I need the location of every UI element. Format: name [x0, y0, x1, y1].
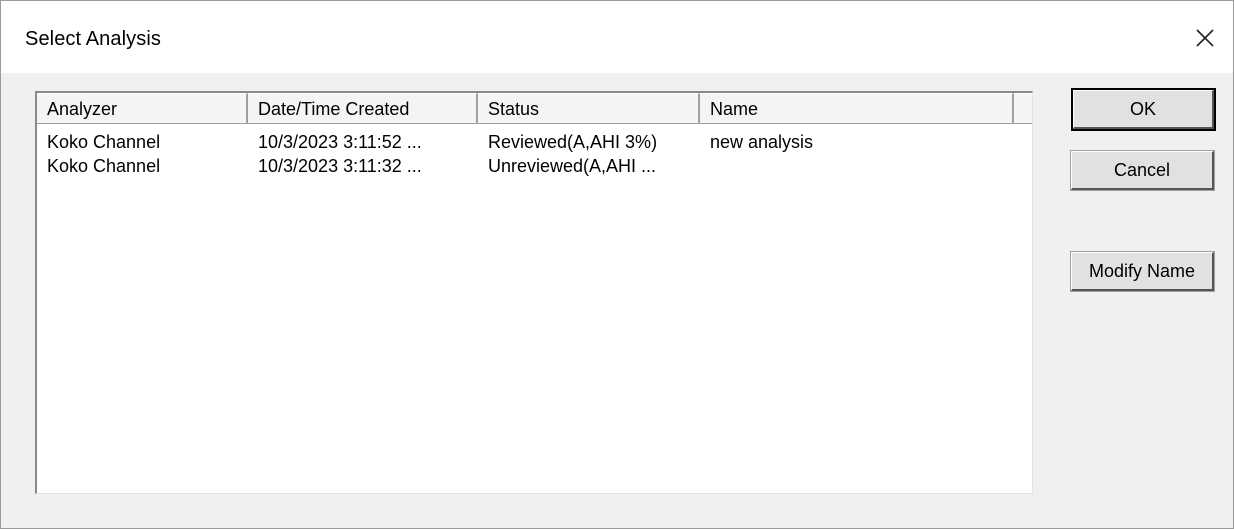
list-item[interactable]: Koko Channel 10/3/2023 3:11:52 ... Revie… — [37, 130, 1032, 154]
cell-status: Reviewed(A,AHI 3%) — [488, 132, 658, 152]
list-body: Koko Channel 10/3/2023 3:11:52 ... Revie… — [37, 130, 1032, 178]
cell-analyzer: Koko Channel — [47, 156, 161, 176]
cell-date-time-created: 10/3/2023 3:11:32 ... — [258, 156, 422, 176]
dialog-title: Select Analysis — [25, 28, 162, 50]
column-header-empty — [1014, 93, 1032, 124]
modify-name-button[interactable]: Modify Name — [1070, 251, 1215, 292]
title-bar: Select Analysis — [1, 1, 1233, 73]
column-header-date-time-created[interactable]: Date/Time Created — [248, 93, 478, 124]
analysis-list[interactable]: Analyzer Date/Time Created Status Name K… — [35, 91, 1033, 494]
column-header-status[interactable]: Status — [478, 93, 700, 124]
cell-name — [700, 154, 1014, 178]
select-analysis-dialog: Select Analysis Analyzer Date/Time Creat… — [0, 0, 1234, 529]
ok-button[interactable]: OK — [1071, 88, 1216, 131]
cell-analyzer: Koko Channel — [47, 132, 161, 152]
close-icon — [1196, 29, 1214, 47]
column-header-analyzer[interactable]: Analyzer — [37, 93, 248, 124]
cell-date-time-created: 10/3/2023 3:11:52 ... — [258, 132, 422, 152]
list-header: Analyzer Date/Time Created Status Name — [37, 93, 1032, 125]
close-button[interactable] — [1185, 18, 1225, 58]
cell-status: Unreviewed(A,AHI ... — [488, 156, 657, 176]
cancel-button[interactable]: Cancel — [1070, 150, 1215, 191]
cell-name: new analysis — [710, 132, 814, 152]
column-header-name[interactable]: Name — [700, 93, 1014, 124]
list-item[interactable]: Koko Channel 10/3/2023 3:11:32 ... Unrev… — [37, 154, 1032, 178]
